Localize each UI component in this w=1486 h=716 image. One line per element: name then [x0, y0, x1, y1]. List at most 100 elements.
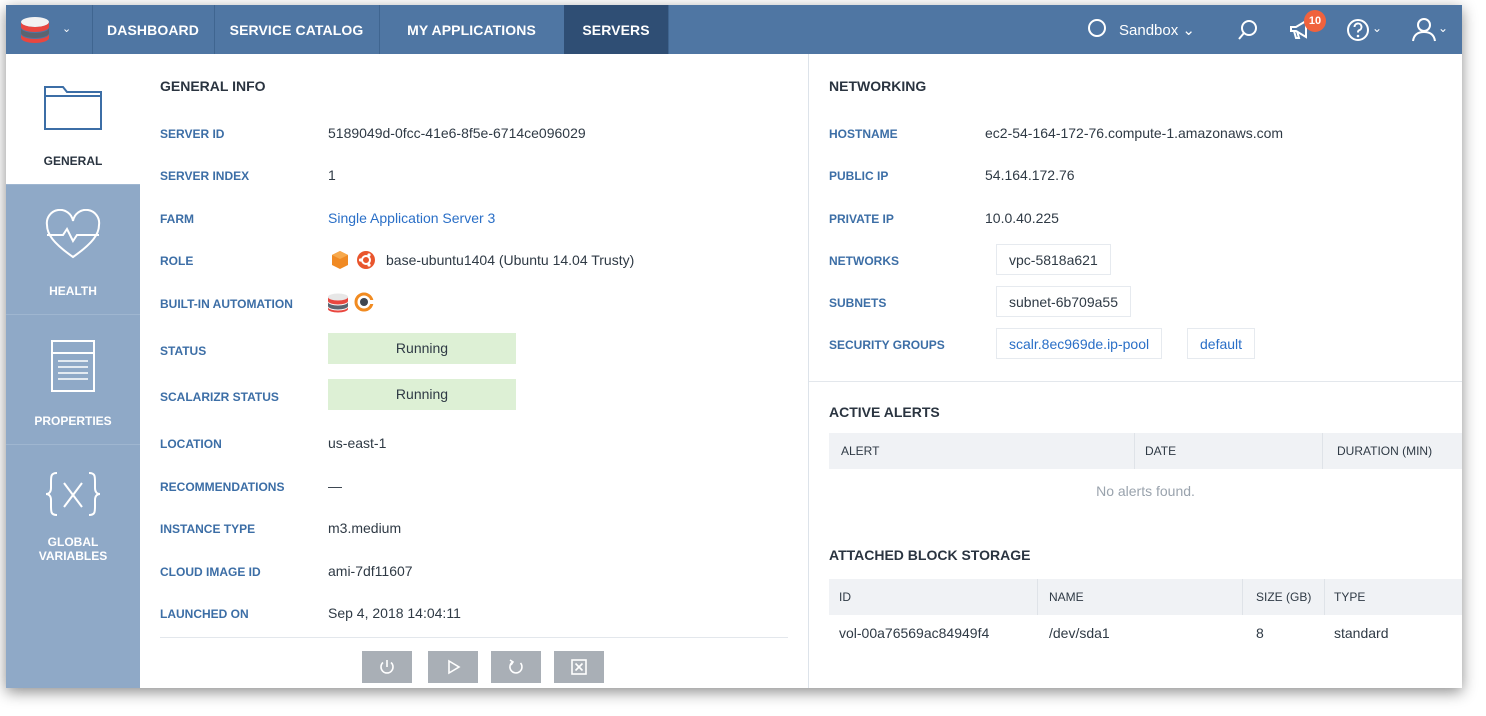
volume-type: standard: [1334, 625, 1389, 641]
cube-icon: [332, 251, 348, 269]
general-info-panel: GENERAL INFO SERVER ID 5189049d-0fcc-41e…: [140, 54, 808, 688]
scalarizr-status-badge: Running: [328, 379, 516, 410]
environment-icon: [1088, 19, 1106, 37]
column-header-id[interactable]: ID: [839, 590, 851, 604]
launched-on-label: LAUNCHED ON: [160, 607, 249, 621]
tab-health-label: HEALTH: [49, 284, 97, 298]
properties-list-icon: [51, 340, 95, 392]
security-groups-label: SECURITY GROUPS: [829, 338, 945, 352]
column-separator: [1037, 579, 1038, 615]
role-label: ROLE: [160, 254, 194, 268]
reboot-button[interactable]: [491, 651, 541, 683]
column-header-name[interactable]: NAME: [1049, 590, 1084, 604]
variable-braces-icon: [45, 472, 101, 516]
nav-service-catalog[interactable]: SERVICE CATALOG: [214, 5, 380, 54]
general-info-title: GENERAL INFO: [160, 78, 266, 94]
networks-label: NETWORKS: [829, 254, 899, 268]
alerts-table-header: ALERT DATE DURATION (MIN): [829, 433, 1462, 469]
chevron-down-icon[interactable]: ⌄: [1372, 21, 1382, 35]
security-group-link[interactable]: default: [1187, 328, 1256, 359]
divider: [809, 381, 1462, 382]
nav-my-applications[interactable]: MY APPLICATIONS: [379, 5, 565, 54]
block-storage-title: ATTACHED BLOCK STORAGE: [829, 547, 1031, 563]
tab-global-variables-label: GLOBAL VARIABLES: [38, 535, 108, 563]
heart-pulse-icon: [45, 209, 101, 259]
subnet-chip: subnet-6b709a55: [996, 286, 1131, 317]
tab-general[interactable]: GENERAL: [6, 54, 140, 185]
instance-type-value: m3.medium: [328, 520, 402, 536]
launched-on-value: Sep 4, 2018 14:04:11: [328, 605, 461, 621]
server-id-value: 5189049d-0fcc-41e6-8f5e-6714ce096029: [328, 125, 586, 141]
divider: [160, 637, 788, 638]
empty-state-text: No alerts found.: [1096, 483, 1195, 499]
status-label: STATUS: [160, 344, 207, 358]
ubuntu-icon: [357, 251, 375, 269]
scalr-logo-icon: [21, 17, 49, 43]
networking-panel: NETWORKING HOSTNAME ec2-54-164-172-76.co…: [809, 54, 1462, 688]
app-window: ⌄ DASHBOARD SERVICE CATALOG MY APPLICATI…: [6, 5, 1462, 688]
environment-selector[interactable]: Sandbox ⌄: [1119, 21, 1195, 39]
power-button[interactable]: [362, 651, 412, 683]
volume-name: /dev/sda1: [1049, 625, 1110, 641]
user-icon[interactable]: [1411, 16, 1437, 42]
scalr-agent-icon: [328, 293, 348, 313]
column-header-duration[interactable]: DURATION (MIN): [1337, 444, 1432, 458]
tab-properties-label: PROPERTIES: [34, 414, 112, 428]
column-header-alert[interactable]: ALERT: [841, 444, 879, 458]
active-alerts-title: ACTIVE ALERTS: [829, 404, 940, 420]
farm-link[interactable]: Single Application Server 3: [328, 210, 495, 226]
help-icon[interactable]: [1346, 18, 1370, 42]
storage-table-header: ID NAME SIZE (GB) TYPE: [829, 579, 1462, 615]
nav-dashboard[interactable]: DASHBOARD: [92, 5, 215, 54]
recommendations-label: RECOMMENDATIONS: [160, 480, 285, 494]
cloud-image-id-value: ami-7df11607: [328, 563, 413, 579]
security-group-link[interactable]: scalr.8ec969de.ip-pool: [996, 328, 1163, 359]
chevron-down-icon[interactable]: ⌄: [1438, 21, 1448, 35]
scalarizr-status-label: SCALARIZR STATUS: [160, 390, 279, 404]
table-row[interactable]: vol-00a76569ac84949f4 /dev/sda1 8 standa…: [829, 615, 1462, 651]
chevron-down-icon: ⌄: [62, 23, 72, 35]
server-id-label: SERVER ID: [160, 127, 225, 141]
public-ip-value: 54.164.172.76: [985, 167, 1075, 183]
cloud-image-id-label: CLOUD IMAGE ID: [160, 565, 261, 579]
column-separator: [1242, 579, 1243, 615]
private-ip-value: 10.0.40.225: [985, 210, 1059, 226]
volume-size: 8: [1256, 625, 1264, 641]
tab-global-variables[interactable]: GLOBAL VARIABLES: [6, 444, 140, 574]
column-separator: [1324, 579, 1325, 615]
start-button[interactable]: [428, 651, 478, 683]
server-index-label: SERVER INDEX: [160, 169, 250, 183]
column-header-type[interactable]: TYPE: [1334, 590, 1365, 604]
app-menu-button[interactable]: ⌄: [6, 5, 93, 54]
subnets-label: SUBNETS: [829, 296, 887, 310]
public-ip-label: PUBLIC IP: [829, 169, 889, 183]
volume-id: vol-00a76569ac84949f4: [839, 625, 990, 641]
reboot-icon: [509, 659, 523, 674]
status-badge: Running: [328, 333, 516, 364]
location-value: us-east-1: [328, 435, 387, 451]
server-index-value: 1: [328, 167, 336, 183]
location-label: LOCATION: [160, 437, 222, 451]
column-header-size[interactable]: SIZE (GB): [1256, 590, 1311, 604]
instance-type-label: INSTANCE TYPE: [160, 522, 256, 536]
networking-title: NETWORKING: [829, 78, 927, 94]
top-navigation-bar: ⌄ DASHBOARD SERVICE CATALOG MY APPLICATI…: [6, 5, 1462, 54]
hostname-value: ec2-54-164-172-76.compute-1.amazonaws.co…: [985, 125, 1284, 141]
tab-health[interactable]: HEALTH: [6, 184, 140, 315]
tab-general-label: GENERAL: [43, 154, 103, 168]
alerts-empty-row: No alerts found.: [829, 469, 1462, 514]
server-sidebar: GENERAL HEALTH PROPERTIES GLOBAL VARIABL…: [6, 54, 140, 688]
play-icon: [448, 659, 461, 675]
nav-servers[interactable]: SERVERS: [564, 5, 669, 54]
search-icon[interactable]: [1236, 18, 1260, 42]
chef-icon: [354, 292, 374, 312]
recommendations-value: —: [328, 478, 342, 494]
terminate-icon: [571, 659, 587, 675]
tab-properties[interactable]: PROPERTIES: [6, 314, 140, 445]
network-chip: vpc-5818a621: [996, 244, 1111, 275]
farm-label: FARM: [160, 212, 194, 226]
terminate-button[interactable]: [554, 651, 604, 683]
column-separator: [1322, 433, 1323, 469]
notification-badge: 10: [1304, 10, 1326, 32]
column-header-date[interactable]: DATE: [1145, 444, 1176, 458]
